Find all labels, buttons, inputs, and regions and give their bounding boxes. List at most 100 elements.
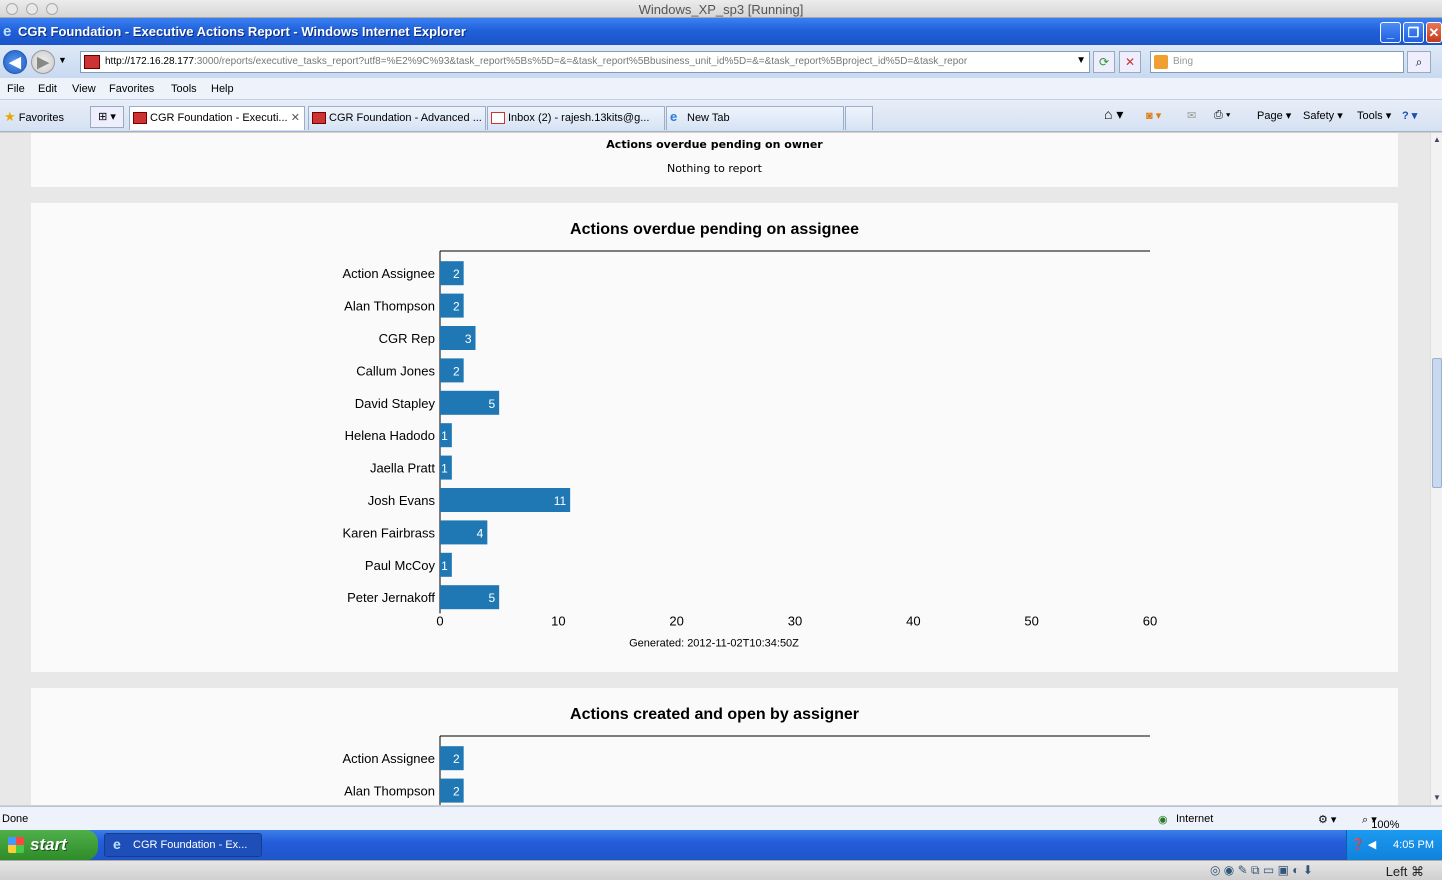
menu-bar: File Edit View Favorites Tools Help xyxy=(0,78,1442,100)
x-tick-label: 40 xyxy=(906,613,920,628)
menu-edit[interactable]: Edit xyxy=(38,83,57,95)
scroll-up-icon[interactable]: ▲ xyxy=(1431,133,1442,147)
new-tab-button[interactable] xyxy=(845,106,873,130)
minimize-button[interactable]: _ xyxy=(1380,22,1401,43)
tab-bar: ★ Favorites ⊞ ▾ CGR Foundation - Executi… xyxy=(0,100,1442,132)
maximize-button[interactable]: ❐ xyxy=(1403,22,1424,43)
menu-view[interactable]: View xyxy=(72,83,96,95)
assignee-bar-chart: Action Assignee 2 Alan Thompson 2 CGR Rep 3 Ca… xyxy=(342,250,1157,649)
gmail-icon xyxy=(491,112,505,124)
menu-tools[interactable]: Tools xyxy=(171,83,197,95)
safety-menu[interactable]: Safety ▾ xyxy=(1303,109,1343,122)
zone-label: Internet xyxy=(1176,813,1214,825)
owner-section-title: Actions overdue pending on owner xyxy=(606,138,823,151)
category-label: Paul McCoy xyxy=(365,558,436,573)
bar-value-label: 2 xyxy=(453,267,460,281)
star-icon: ★ xyxy=(4,109,16,124)
x-tick-label: 30 xyxy=(788,613,802,628)
tab-label: CGR Foundation - Executi... xyxy=(150,112,288,124)
category-label: David Stapley xyxy=(355,396,436,411)
owner-panel: Actions overdue pending on owner Nothing… xyxy=(31,133,1398,187)
category-label: Karen Fairbrass xyxy=(343,525,436,540)
taskbar-item-label: CGR Foundation - Ex... xyxy=(133,839,248,851)
tab-label: New Tab xyxy=(687,112,730,124)
page-menu-label: Page xyxy=(1257,110,1283,122)
ie-logo-icon: e xyxy=(3,23,12,40)
tray-icons[interactable]: ❓ ◀ xyxy=(1351,838,1376,851)
category-label: Helena Hadodo xyxy=(345,428,435,443)
start-button[interactable]: start xyxy=(0,830,98,860)
ie-logo-icon: e xyxy=(113,836,121,852)
category-label: Peter Jernakoff xyxy=(347,590,435,605)
bar-value-label: 2 xyxy=(453,364,460,378)
category-label: Josh Evans xyxy=(368,493,436,508)
zoom-control[interactable]: ⌕ 100% ▾ xyxy=(1362,813,1399,831)
window-title: CGR Foundation - Executive Actions Repor… xyxy=(18,24,466,39)
forward-button[interactable]: ▶ xyxy=(31,50,55,74)
tools-menu[interactable]: Tools ▾ xyxy=(1357,109,1391,122)
help-icon[interactable]: ? ▾ xyxy=(1402,109,1417,122)
category-label: CGR Rep xyxy=(379,331,435,346)
site-favicon xyxy=(84,55,100,69)
site-favicon xyxy=(133,112,147,124)
bar-value-label: 5 xyxy=(488,397,495,411)
globe-icon: ◉ xyxy=(1158,814,1168,826)
favorites-button[interactable]: ★ Favorites xyxy=(4,109,64,125)
scroll-down-icon[interactable]: ▼ xyxy=(1431,791,1442,805)
status-text: Done xyxy=(2,813,29,825)
taskbar-item-ie[interactable]: e CGR Foundation - Ex... xyxy=(104,833,262,857)
recent-pages-dropdown-icon[interactable]: ▼ xyxy=(58,55,67,65)
assigner-chart-panel: Actions created and open by assigner Act… xyxy=(31,688,1398,805)
protected-mode-icon[interactable]: ⚙ ▾ xyxy=(1318,813,1336,826)
safety-menu-label: Safety xyxy=(1303,110,1335,122)
assignee-chart-panel: Actions overdue pending on assignee Acti… xyxy=(31,203,1398,672)
search-icon[interactable]: ⌕ xyxy=(1407,51,1431,73)
print-icon[interactable]: ⎙ ▾ xyxy=(1214,109,1230,122)
vm-title: Windows_XP_sp3 [Running] xyxy=(638,2,804,17)
tab-close-icon[interactable]: ✕ xyxy=(291,111,300,124)
x-tick-label: 0 xyxy=(436,613,443,628)
bar-value-label: 2 xyxy=(453,300,460,314)
address-bar[interactable]: http://172.16.28.177:3000/reports/execut… xyxy=(80,51,1090,73)
search-box[interactable]: Bing xyxy=(1150,51,1404,73)
tab-label: CGR Foundation - Advanced ... xyxy=(329,112,482,124)
scroll-thumb[interactable] xyxy=(1432,358,1442,488)
vm-window-bar: Windows_XP_sp3 [Running] xyxy=(0,0,1442,18)
category-label: Alan Thompson xyxy=(344,299,435,314)
bar-value-label: 4 xyxy=(477,526,484,540)
favorites-label: Favorites xyxy=(18,112,64,124)
tab-new-tab[interactable]: e New Tab xyxy=(666,106,844,130)
refresh-icon[interactable]: ⟳ xyxy=(1093,51,1115,73)
feeds-icon[interactable]: ◙ ▾ xyxy=(1146,109,1161,122)
clock: 4:05 PM xyxy=(1393,839,1434,851)
ie-title-bar: e CGR Foundation - Executive Actions Rep… xyxy=(0,18,1442,45)
tab-label: Inbox (2) - rajesh.13kits@g... xyxy=(508,112,650,124)
mail-icon[interactable]: ✉ xyxy=(1187,109,1196,122)
page-content: Actions overdue pending on owner Nothing… xyxy=(0,133,1430,805)
bar xyxy=(440,358,464,383)
address-dropdown-icon[interactable]: ▼ xyxy=(1076,55,1086,66)
status-bar: Done ◉ Internet ⚙ ▾ ⌕ 100% ▾ xyxy=(0,806,1442,831)
page-menu[interactable]: Page ▾ xyxy=(1257,109,1291,122)
category-label: Action Assignee xyxy=(342,751,435,766)
tab-inbox[interactable]: Inbox (2) - rajesh.13kits@g... xyxy=(487,106,665,130)
home-icon[interactable]: ⌂ ▾ xyxy=(1104,106,1123,123)
tab-advanced[interactable]: CGR Foundation - Advanced ... xyxy=(308,106,486,130)
quick-tabs-button[interactable]: ⊞ ▾ xyxy=(90,106,124,128)
bar-value-label: 2 xyxy=(453,785,460,799)
x-tick-label: 20 xyxy=(669,613,683,628)
system-tray: ❓ ◀ 4:05 PM xyxy=(1346,830,1442,860)
back-button[interactable]: ◀ xyxy=(3,50,27,74)
vertical-scrollbar[interactable]: ▲ ▼ xyxy=(1430,133,1442,805)
menu-file[interactable]: File xyxy=(7,83,25,95)
menu-favorites[interactable]: Favorites xyxy=(109,83,154,95)
menu-help[interactable]: Help xyxy=(211,83,234,95)
close-button[interactable]: ✕ xyxy=(1426,22,1442,43)
owner-section-message: Nothing to report xyxy=(667,162,762,175)
vm-device-icons[interactable]: ◎ ◉ ✎ ⧉ ▭ ▣ ◐ ⬇ xyxy=(1210,863,1313,878)
stop-icon[interactable]: ✕ xyxy=(1119,51,1141,73)
tools-menu-label: Tools xyxy=(1357,110,1383,122)
host-key-label: Left ⌘ xyxy=(1385,864,1424,879)
ie-logo-icon: e xyxy=(670,109,678,124)
tab-executive-report[interactable]: CGR Foundation - Executi... ✕ xyxy=(129,106,305,130)
